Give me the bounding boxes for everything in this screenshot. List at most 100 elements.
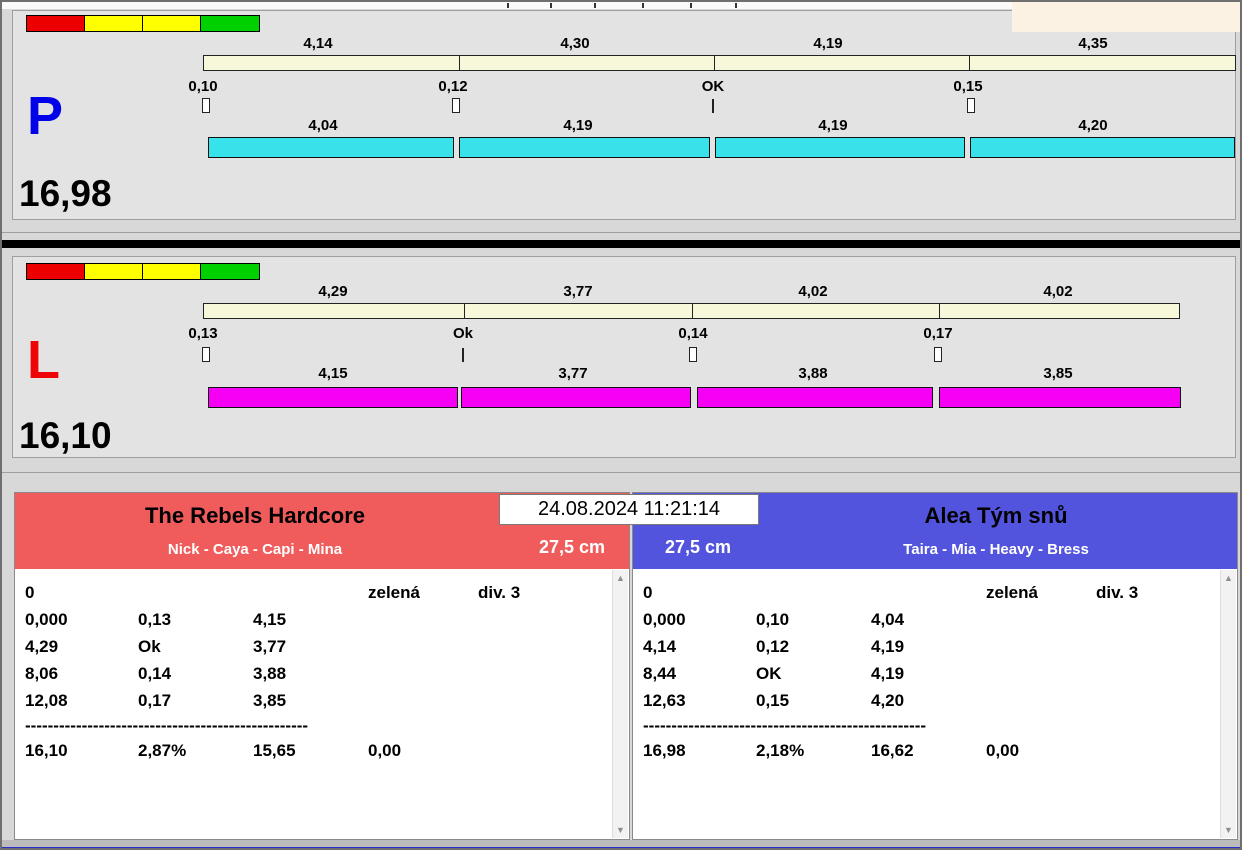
table-row: 12,08 0,17 3,85 <box>25 687 605 714</box>
cum-time-cell: 0,000 <box>643 610 686 629</box>
window-artifact-strip <box>2 2 1012 9</box>
split-bar-tick <box>969 56 970 70</box>
jump-height-label: 27,5 cm <box>538 537 606 557</box>
exchange-time-label: Ok <box>452 325 473 342</box>
run-number: 0 <box>643 583 653 602</box>
exchange-sensor-mark <box>452 98 460 113</box>
leg-progress-bar <box>208 137 454 158</box>
exchange-time-label: 0,17 <box>923 325 953 342</box>
exchange-cell: Ok <box>138 637 161 656</box>
cum-time-cell: 0,000 <box>25 610 68 629</box>
leg-cell: 4,19 <box>871 664 905 683</box>
split-time-label: 4,02 <box>1043 283 1073 300</box>
exchange-cell: 0,17 <box>138 691 172 710</box>
status-light-red <box>27 16 85 31</box>
leg-progress-bar <box>970 137 1235 158</box>
table-row: 0,000 0,10 4,04 <box>643 606 1213 633</box>
exchange-sensor-mark <box>934 347 942 362</box>
split-bar-tick <box>714 56 715 70</box>
card-color-label: zelená <box>368 583 420 602</box>
window-artifact <box>735 3 737 8</box>
results-section: 24.08.2024 11:21:14 The Rebels Hardcore … <box>2 492 1240 840</box>
status-lights <box>26 263 260 280</box>
vertical-scrollbar[interactable]: ▲ ▼ <box>1220 570 1236 838</box>
window-artifact <box>642 3 644 8</box>
split-bar-tick <box>459 56 460 70</box>
split-time-label: 4,29 <box>318 283 348 300</box>
exchange-time-label: 0,14 <box>678 325 708 342</box>
team-members: Taira - Mia - Heavy - Bress <box>903 541 1089 558</box>
team-panel-right: Alea Tým snů Taira - Mia - Heavy - Bress… <box>632 492 1238 840</box>
team-members: Nick - Caya - Capi - Mina <box>167 541 343 558</box>
table-row: 0 zelená div. 3 <box>643 579 1213 606</box>
penalty-time: 0,00 <box>368 741 402 760</box>
status-light-green <box>201 264 259 279</box>
table-row: 0 zelená div. 3 <box>25 579 605 606</box>
leg-cell: 4,19 <box>871 637 905 656</box>
leg-progress-bar <box>208 387 458 408</box>
exchange-cell: 0,14 <box>138 664 172 683</box>
table-separator: ----------------------------------------… <box>643 716 927 735</box>
scroll-up-icon[interactable]: ▲ <box>613 570 628 586</box>
leg-time-label: 4,20 <box>1078 117 1108 134</box>
card-color-label: zelená <box>986 583 1038 602</box>
leg-cell: 4,15 <box>253 610 287 629</box>
leg-time-label: 3,77 <box>558 365 588 382</box>
leg-time-label: 3,85 <box>1043 365 1073 382</box>
team-panel-left: The Rebels Hardcore Nick - Caya - Capi -… <box>14 492 630 840</box>
jump-height-label: 27,5 cm <box>664 537 732 557</box>
exchange-time-label: 0,13 <box>188 325 218 342</box>
window-artifact <box>594 3 596 8</box>
divider-line <box>2 472 1240 473</box>
status-light-yellow-1 <box>85 16 143 31</box>
split-bar-tick <box>692 304 693 318</box>
cum-time-cell: 4,29 <box>25 637 59 656</box>
split-bar <box>203 303 1180 319</box>
total-time: 16,98 <box>643 741 686 760</box>
leg-cell: 4,04 <box>871 610 905 629</box>
status-light-red <box>27 264 85 279</box>
split-time-label: 4,35 <box>1078 35 1108 52</box>
table-row: 8,44 OK 4,19 <box>643 660 1213 687</box>
results-table: 0 zelená div. 3 0,000 0,13 4,15 4,29 Ok … <box>15 569 629 839</box>
table-summary-row: 16,98 2,18% 16,62 0,00 <box>643 737 1213 764</box>
table-row: 0,000 0,13 4,15 <box>25 606 605 633</box>
exchange-sum-percent: 2,18% <box>756 741 805 760</box>
lane-panel-p: 4,14 4,30 4,19 4,35 0,10 0,12 OK 0,15 4,… <box>12 10 1236 220</box>
datetime-display: 24.08.2024 11:21:14 <box>499 494 759 525</box>
lane-total-time: 16,10 <box>19 415 112 456</box>
table-cell <box>871 579 986 606</box>
exchange-sensor-mark <box>689 347 697 362</box>
window-artifact <box>550 3 552 8</box>
exchange-sum-percent: 2,87% <box>138 741 187 760</box>
vertical-scrollbar[interactable]: ▲ ▼ <box>612 570 628 838</box>
leg-time-label: 4,19 <box>563 117 593 134</box>
scroll-up-icon[interactable]: ▲ <box>1221 570 1236 586</box>
run-number: 0 <box>25 583 35 602</box>
cum-time-cell: 4,14 <box>643 637 677 656</box>
exchange-ok-mark <box>712 99 714 113</box>
net-time: 16,62 <box>871 741 914 760</box>
table-row: 4,29 Ok 3,77 <box>25 633 605 660</box>
exchange-cell: 0,13 <box>138 610 172 629</box>
split-time-label: 4,19 <box>813 35 843 52</box>
background-window-artifact <box>1012 2 1240 32</box>
exchange-cell: 0,15 <box>756 691 790 710</box>
window-artifact <box>507 3 509 8</box>
app-window: 4,14 4,30 4,19 4,35 0,10 0,12 OK 0,15 4,… <box>0 0 1242 850</box>
leg-time-label: 4,04 <box>308 117 338 134</box>
split-bar <box>203 55 1236 71</box>
leg-time-label: 3,88 <box>798 365 828 382</box>
split-time-label: 4,14 <box>303 35 333 52</box>
scroll-down-icon[interactable]: ▼ <box>613 822 628 838</box>
cum-time-cell: 12,63 <box>643 691 686 710</box>
split-time-label: 4,30 <box>560 35 590 52</box>
scroll-down-icon[interactable]: ▼ <box>1221 822 1236 838</box>
leg-cell: 3,88 <box>253 664 287 683</box>
divider-line <box>2 232 1240 233</box>
exchange-time-label: 0,12 <box>438 78 468 95</box>
cum-time-cell: 8,44 <box>643 664 677 683</box>
leg-progress-bar <box>459 137 710 158</box>
bottom-strip <box>2 840 1240 847</box>
leg-cell: 4,20 <box>871 691 905 710</box>
